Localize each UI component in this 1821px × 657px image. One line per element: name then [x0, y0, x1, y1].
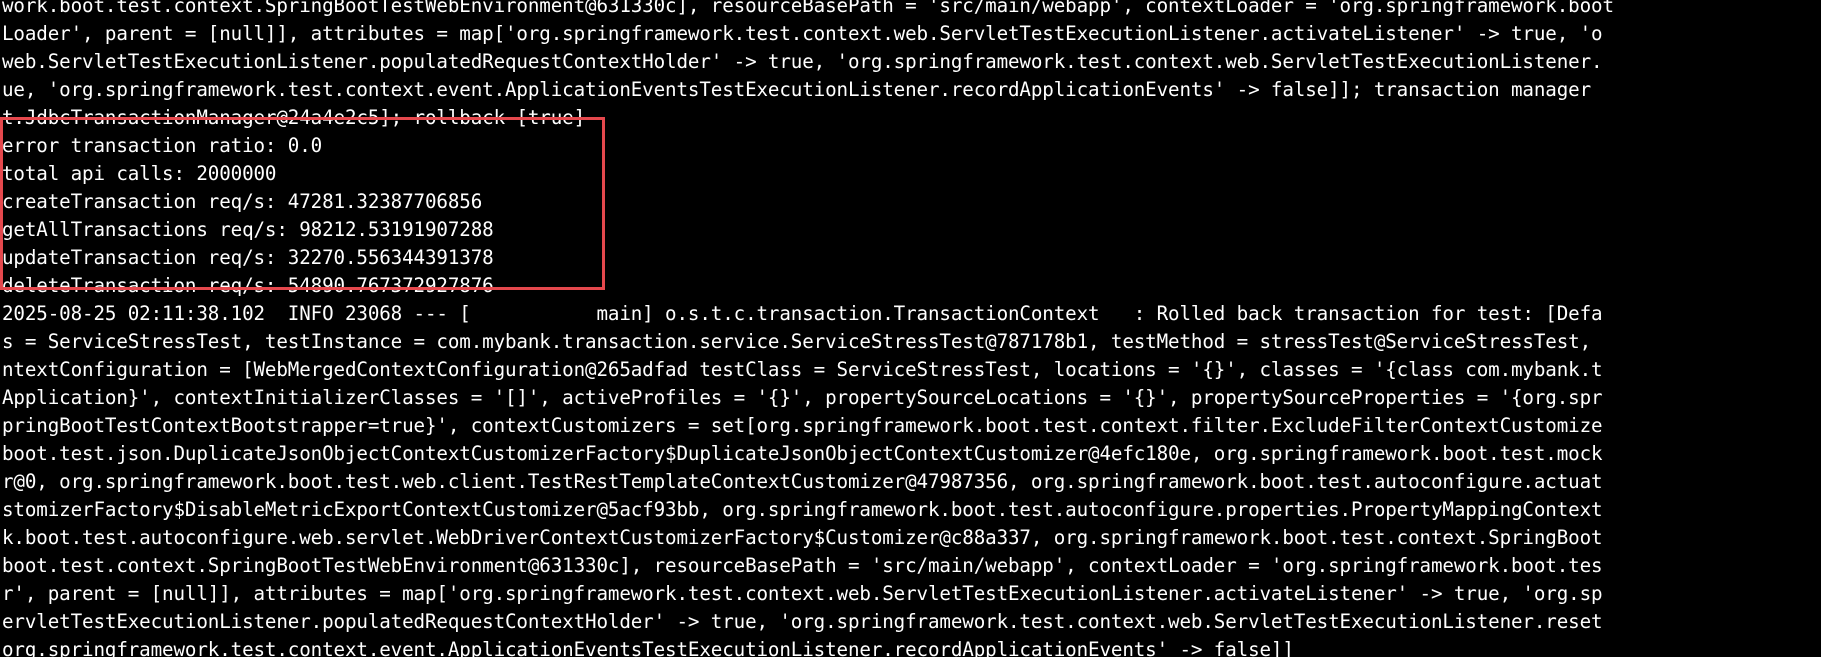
stat-delete-transaction-rate: deleteTransaction req/s: 54890.767372927… — [2, 274, 494, 297]
log-line: work.boot.test.context.SpringBootTestWeb… — [2, 0, 1614, 17]
stat-total-api-calls: total api calls: 2000000 — [2, 162, 277, 185]
log-line: boot.test.context.SpringBootTestWebEnvir… — [2, 554, 1603, 577]
log-line: ervletTestExecutionListener.populatedReq… — [2, 610, 1603, 633]
log-line: pringBootTestContextBootstrapper=true}',… — [2, 414, 1603, 437]
log-line: Loader', parent = [null]], attributes = … — [2, 22, 1603, 45]
terminal-output[interactable]: work.boot.test.context.SpringBootTestWeb… — [0, 0, 1821, 657]
log-line: Application}', contextInitializerClasses… — [2, 386, 1603, 409]
log-line: boot.test.json.DuplicateJsonObjectContex… — [2, 442, 1603, 465]
log-line: ue, 'org.springframework.test.context.ev… — [2, 78, 1592, 101]
log-line: web.ServletTestExecutionListener.populat… — [2, 50, 1603, 73]
log-line: org.springframework.test.context.event.A… — [2, 638, 1294, 657]
log-line: stomizerFactory$DisableMetricExportConte… — [2, 498, 1603, 521]
log-line: 2025-08-25 02:11:38.102 INFO 23068 --- [… — [2, 302, 1603, 325]
log-line: r', parent = [null]], attributes = map['… — [2, 582, 1603, 605]
log-line: k.boot.test.autoconfigure.web.servlet.We… — [2, 526, 1603, 549]
stat-error-ratio: error transaction ratio: 0.0 — [2, 134, 323, 157]
stat-get-all-transactions-rate: getAllTransactions req/s: 98212.53191907… — [2, 218, 494, 241]
log-line: t.JdbcTransactionManager@24a4e2c5]; roll… — [2, 106, 586, 129]
log-line: ntextConfiguration = [WebMergedContextCo… — [2, 358, 1603, 381]
log-line: r@0, org.springframework.boot.test.web.c… — [2, 470, 1603, 493]
log-line: s = ServiceStressTest, testInstance = co… — [2, 330, 1592, 353]
stat-create-transaction-rate: createTransaction req/s: 47281.323877068… — [2, 190, 483, 213]
stat-update-transaction-rate: updateTransaction req/s: 32270.556344391… — [2, 246, 494, 269]
